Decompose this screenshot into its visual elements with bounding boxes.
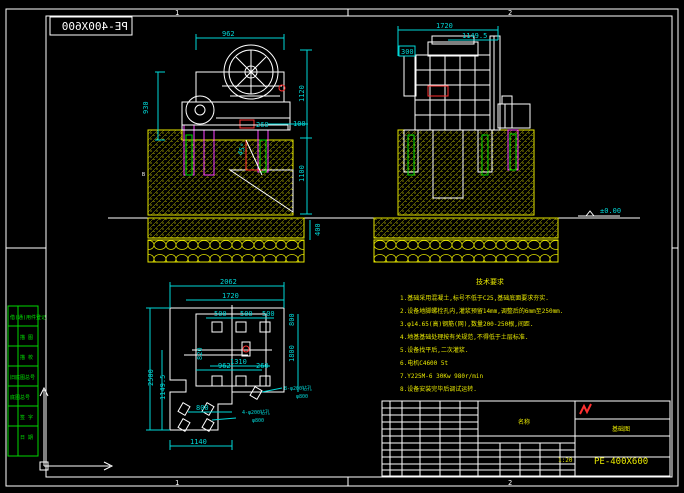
sidebar-label-3: 旧底图总号	[10, 374, 35, 381]
plan-dim-260: 260	[256, 362, 269, 370]
cad-drawing-canvas: 1 2 1 2 PE-400X600 借(通)用件登记 描 图 描 校 旧底图总…	[5, 8, 679, 487]
stamp-title: PE-400X600	[62, 20, 128, 33]
flywheel-left	[185, 95, 215, 125]
note-line-1: 1.基础采用混凝土,标号不低于C25,基础底面要求夯实.	[400, 294, 549, 302]
plan-dim-2500: 2500	[147, 369, 155, 386]
technical-notes: 技术要求 1.基础采用混凝土,标号不低于C25,基础底面要求夯实. 2.设备地脚…	[400, 277, 563, 393]
note-line-5: 5.设备找平后,二次灌浆.	[400, 346, 468, 354]
plan-dim-500a: 500	[214, 310, 227, 318]
sidebar-label-1: 描 图	[20, 334, 33, 341]
note-line-7: 7.Y225M-6 30Kw 980r/min	[400, 373, 483, 380]
plan-dim-1800: 1800	[288, 345, 296, 362]
plan-view: 2062 1720 500 500 500 800 820 1310 1800 …	[146, 278, 312, 450]
note-line-6: 6.电机C4600 5t	[400, 359, 449, 367]
plan-dim-1310: 1310	[230, 358, 247, 366]
sidebar-label-2: 描 校	[20, 354, 33, 361]
plan-dim-1140: 1140	[190, 438, 207, 446]
side-view: 962 930 1120 1100 260 100 45° 400 B	[142, 30, 322, 263]
note-line-4: 4.地基基础处理按有关规范,不得低于土层标准.	[400, 333, 528, 341]
front-dim-1720: 1720	[436, 22, 453, 30]
side-dim-930: 930	[142, 101, 150, 114]
sidebar-label-6: 日 期	[20, 435, 33, 441]
side-dim-1120: 1120	[298, 85, 306, 102]
note-line-3: 3.φ14.65(高)钢筋(网),数量200-250根,间距.	[400, 320, 533, 328]
side-dim-1100: 1100	[298, 165, 306, 182]
plan-note-4b: φ800	[252, 418, 264, 424]
plan-dim-500b: 500	[240, 310, 253, 318]
grid-label-bottom-1: 1	[175, 479, 179, 487]
plan-note-8: 8-φ200钻孔	[284, 385, 312, 392]
plan-note-4: 4-φ200钻孔	[242, 409, 270, 416]
company-logo-icon	[579, 403, 592, 415]
title-row1-label: 名称	[518, 418, 530, 426]
notes-title: 技术要求	[476, 277, 504, 286]
side-gravel	[147, 217, 305, 239]
plan-dim-800: 800	[288, 313, 296, 326]
sidebar-label-0: 借(通)用件登记	[10, 314, 46, 321]
note-line-2: 2.设备地脚螺栓孔内,灌浆预留14mm,调整后的6mm至250mm.	[400, 307, 563, 315]
motor	[497, 103, 531, 129]
svg-text:B: B	[142, 172, 145, 178]
sheet-scale: 1:20	[558, 457, 573, 464]
grid-label-bottom-2: 2	[508, 479, 512, 487]
title-block: 名称 基础图 1:20 PE-400X600	[381, 400, 671, 477]
plan-dim-962: 962	[218, 362, 231, 370]
front-dim-1149: 1149.5	[462, 32, 487, 40]
plan-dim-800b: 800	[196, 404, 209, 412]
note-line-8: 8.设备安装完毕后调试运转.	[400, 385, 477, 393]
grid-label-top-2: 2	[508, 9, 512, 17]
sidebar-label-5: 签 字	[20, 414, 33, 421]
plan-dim-1149: 1149.5	[159, 375, 167, 400]
front-view: 1720 1149.5 300 ±0.00	[373, 22, 621, 263]
drawing-name: 基础图	[612, 425, 630, 433]
outer-border	[5, 8, 679, 487]
model-name: PE-400X600	[594, 457, 648, 467]
side-dim-top: 962	[222, 30, 235, 38]
grid-label-top-1: 1	[175, 9, 179, 17]
front-dim-300: 300	[401, 48, 414, 56]
plan-dim-500c: 500	[262, 310, 275, 318]
inner-frame	[45, 15, 673, 478]
plan-dim-2062: 2062	[220, 278, 237, 286]
left-sidebar: 借(通)用件登记 描 图 描 校 旧底图总号 底图总号 签 字 日 期	[7, 305, 114, 471]
plan-dim-1720: 1720	[222, 292, 239, 300]
level-mark: ±0.00	[600, 207, 621, 215]
sidebar-label-4: 底图总号	[10, 394, 30, 401]
side-foundation	[147, 129, 294, 216]
side-dim-260: 260	[256, 121, 269, 129]
plan-note-8b: φ800	[296, 394, 308, 400]
side-dim-400: 400	[314, 223, 322, 236]
plan-dim-820: 820	[196, 347, 204, 360]
